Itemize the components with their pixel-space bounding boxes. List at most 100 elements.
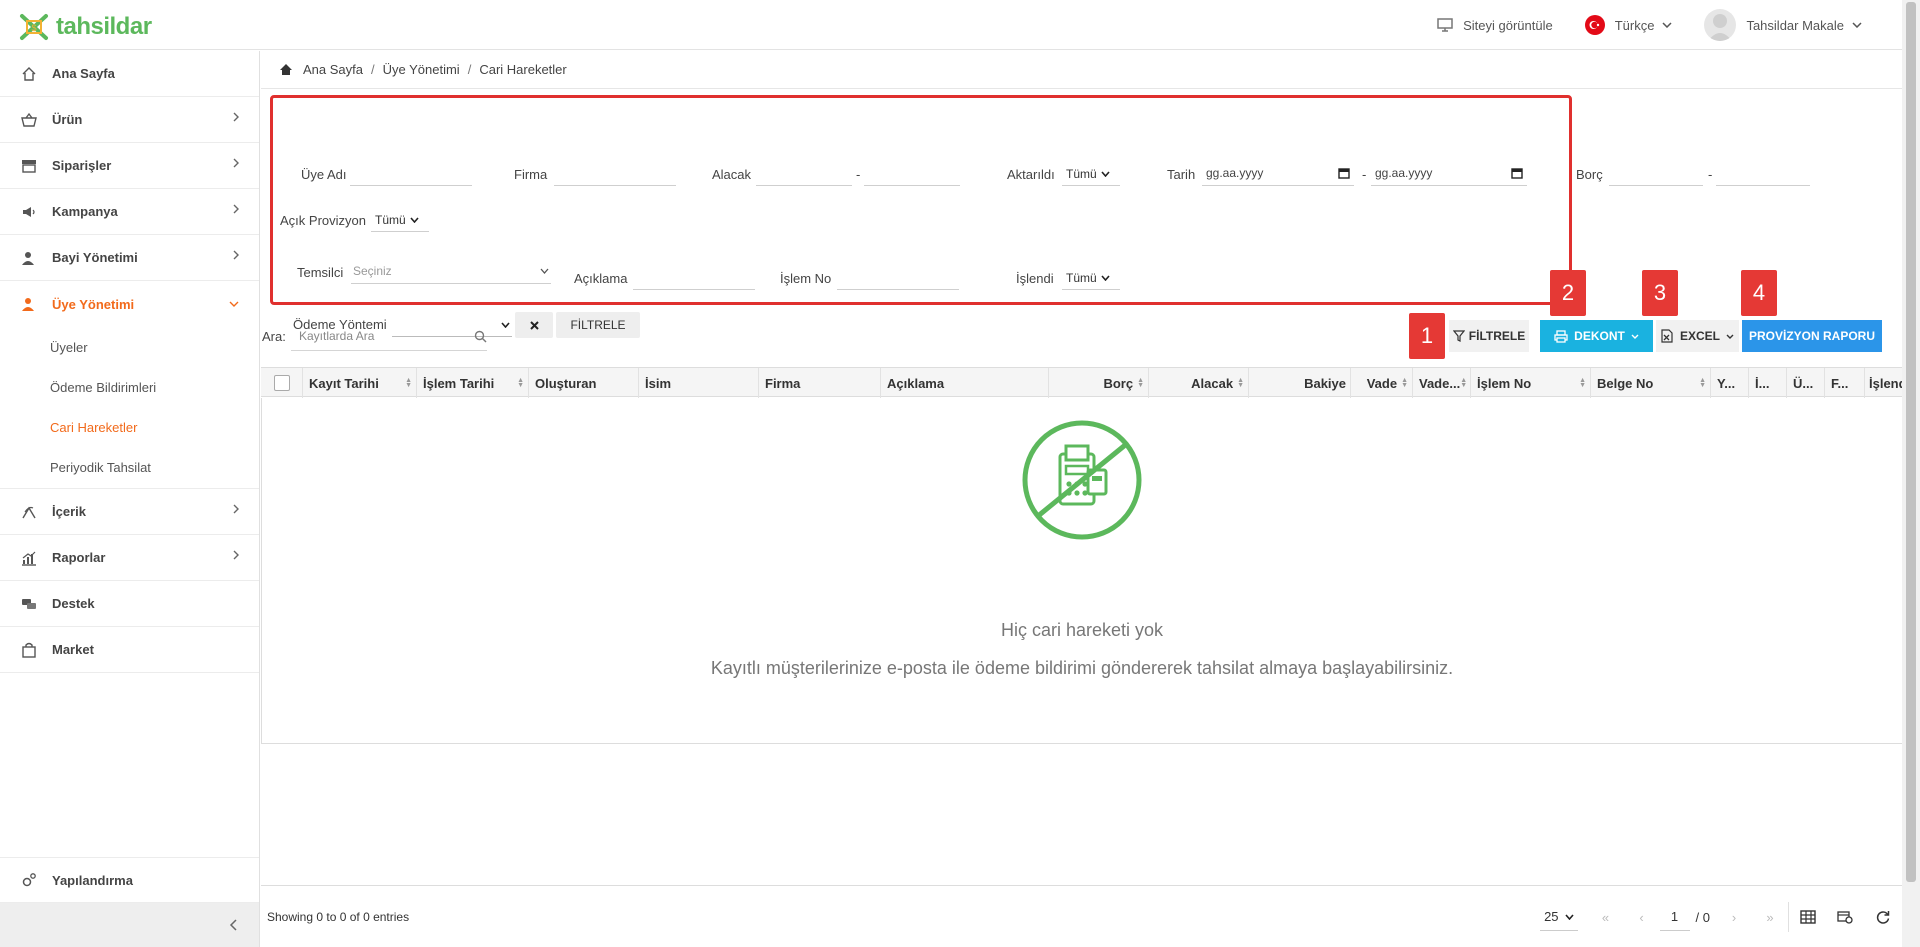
processed-label: İşlendi bbox=[1016, 271, 1054, 286]
open-provision-select[interactable]: Tümü bbox=[371, 208, 429, 232]
date-to-input[interactable]: gg.aa.yyyy bbox=[1371, 160, 1527, 186]
column-settings-icon[interactable] bbox=[1826, 902, 1864, 932]
sidebar-item-label: Market bbox=[52, 642, 94, 657]
user-name: Tahsildar Makale bbox=[1746, 17, 1844, 33]
users-icon bbox=[20, 295, 38, 313]
excel-dropdown-button[interactable]: EXCEL bbox=[1656, 320, 1739, 352]
filter-icon bbox=[1452, 330, 1465, 342]
chevron-down-icon bbox=[410, 216, 419, 223]
sidebar-item-home[interactable]: Ana Sayfa bbox=[0, 51, 259, 97]
column-header-due[interactable]: Vade ▲ ▼ bbox=[1351, 368, 1413, 398]
sidebar-item-orders[interactable]: Siparişler bbox=[0, 143, 259, 189]
column-header-creator[interactable]: Oluşturan bbox=[529, 368, 639, 398]
provision-report-button[interactable]: PROVİZYON RAPORU bbox=[1742, 320, 1882, 352]
refresh-icon[interactable] bbox=[1864, 902, 1902, 932]
chevron-right-icon bbox=[233, 504, 239, 514]
date-from-input[interactable]: gg.aa.yyyy bbox=[1202, 160, 1354, 186]
column-header-company[interactable]: Firma bbox=[759, 368, 881, 398]
sidebar-subitem-periodic-collection[interactable]: Periyodik Tahsilat bbox=[0, 447, 259, 489]
column-header-balance[interactable]: Bakiye bbox=[1249, 368, 1351, 398]
column-title: İsim bbox=[645, 375, 672, 391]
sidebar-item-market[interactable]: Market bbox=[0, 627, 259, 673]
processed-select[interactable]: Tümü bbox=[1062, 266, 1120, 290]
search-icon bbox=[474, 330, 487, 343]
column-header-i[interactable]: İ... bbox=[1749, 368, 1787, 398]
sidebar-item-content[interactable]: İçerik bbox=[0, 489, 259, 535]
scrollbar-thumb[interactable] bbox=[1906, 2, 1916, 882]
dealer-icon bbox=[20, 249, 38, 267]
debt-max-input[interactable] bbox=[1716, 160, 1810, 186]
chevron-down-icon bbox=[1101, 274, 1110, 281]
column-header-record-date[interactable]: Kayıt Tarihi ▲ ▼ bbox=[303, 368, 417, 398]
column-header-processed[interactable]: İşlendi bbox=[1865, 368, 1910, 398]
representative-select[interactable]: Seçiniz bbox=[351, 258, 551, 284]
sidebar-subitem-account-transactions[interactable]: Cari Hareketler bbox=[0, 407, 259, 447]
view-site-link[interactable]: Siteyi görüntüle bbox=[1437, 18, 1553, 33]
column-header-credit[interactable]: Alacak ▲ ▼ bbox=[1149, 368, 1249, 398]
previous-page-icon[interactable]: ‹ bbox=[1624, 910, 1660, 925]
breadcrumb-home[interactable]: Ana Sayfa bbox=[303, 62, 363, 77]
monitor-icon bbox=[1437, 18, 1453, 32]
column-header-due-2[interactable]: Vade... ▲ ▼ bbox=[1413, 368, 1471, 398]
company-input[interactable] bbox=[554, 160, 676, 186]
annotation-badge-4: 4 bbox=[1741, 270, 1777, 316]
exported-select[interactable]: Tümü bbox=[1062, 162, 1120, 186]
home-icon[interactable] bbox=[279, 63, 293, 76]
close-icon bbox=[529, 320, 539, 330]
toggle-filter-button[interactable]: FİLTRELE bbox=[1449, 320, 1529, 352]
empty-state-title: Hiç cari hareketi yok bbox=[1000, 620, 1164, 640]
breadcrumb-separator: / bbox=[467, 62, 472, 77]
sidebar-item-config[interactable]: Yapılandırma bbox=[0, 857, 259, 903]
entries-info: Showing 0 to 0 of 0 entries bbox=[267, 910, 410, 924]
sidebar-item-campaign[interactable]: Kampanya bbox=[0, 189, 259, 235]
column-header-transaction-no[interactable]: İşlem No ▲ ▼ bbox=[1471, 368, 1591, 398]
next-page-icon[interactable]: › bbox=[1716, 910, 1752, 925]
filter-submit-button[interactable]: FİLTRELE bbox=[556, 312, 640, 338]
sidebar-collapse-button[interactable] bbox=[0, 903, 259, 947]
breadcrumb-members[interactable]: Üye Yönetimi bbox=[383, 62, 460, 77]
search-input[interactable]: Kayıtlarda Ara bbox=[291, 321, 487, 351]
credit-max-input[interactable] bbox=[864, 160, 960, 186]
last-page-icon[interactable]: » bbox=[1752, 910, 1788, 925]
page-size-select[interactable]: 25 bbox=[1540, 903, 1578, 931]
column-header-transaction-date[interactable]: İşlem Tarihi ▲ ▼ bbox=[417, 368, 529, 398]
sidebar-item-members[interactable]: Üye Yönetimi bbox=[0, 281, 259, 327]
sidebar-item-product[interactable]: Ürün bbox=[0, 97, 259, 143]
user-menu[interactable]: Tahsildar Makale bbox=[1704, 9, 1862, 41]
breadcrumb-current: Cari Hareketler bbox=[479, 62, 567, 77]
receipt-dropdown-button[interactable]: DEKONT bbox=[1540, 320, 1653, 352]
select-all-checkbox[interactable] bbox=[273, 375, 290, 391]
page-scrollbar[interactable] bbox=[1902, 0, 1920, 947]
column-header-name[interactable]: İsim bbox=[639, 368, 759, 398]
chevron-down-icon bbox=[1631, 334, 1639, 339]
credit-min-input[interactable] bbox=[756, 160, 852, 186]
page-number-input[interactable]: 1 bbox=[1659, 903, 1690, 931]
column-header-y[interactable]: Y... bbox=[1711, 368, 1749, 398]
first-page-icon[interactable]: « bbox=[1588, 910, 1624, 925]
sidebar-item-dealer[interactable]: Bayi Yönetimi bbox=[0, 235, 259, 281]
sidebar-subitem-members[interactable]: Üyeler bbox=[0, 327, 259, 367]
member-name-input[interactable] bbox=[350, 160, 472, 186]
debt-min-input[interactable] bbox=[1609, 160, 1703, 186]
column-grid-icon[interactable] bbox=[1788, 902, 1826, 932]
language-selector[interactable]: Türkçe bbox=[1584, 15, 1673, 35]
sidebar-item-support[interactable]: Destek bbox=[0, 581, 259, 627]
column-header-document-no[interactable]: Belge No ▲ ▼ bbox=[1591, 368, 1711, 398]
clear-filter-button[interactable] bbox=[515, 312, 553, 338]
description-input[interactable] bbox=[633, 264, 755, 290]
open-provision-label: Açık Provizyon bbox=[280, 213, 366, 228]
sidebar-item-reports[interactable]: Raporlar bbox=[0, 535, 259, 581]
column-header-description[interactable]: Açıklama bbox=[881, 368, 1049, 398]
sidebar-subitem-payment-notices[interactable]: Ödeme Bildirimleri bbox=[0, 367, 259, 407]
empty-state-subtitle: Kayıtlı müşterilerinize e-posta ile ödem… bbox=[710, 658, 1454, 678]
brand-logo[interactable]: $ tahsildar bbox=[18, 12, 152, 42]
logo-icon: $ bbox=[20, 14, 48, 40]
column-header-f[interactable]: F... bbox=[1825, 368, 1865, 398]
table-footer: Showing 0 to 0 of 0 entries 25 « ‹ 1 / 0… bbox=[261, 885, 1902, 947]
chevron-down-icon bbox=[1726, 334, 1734, 339]
transaction-no-input[interactable] bbox=[837, 264, 959, 290]
chevron-right-icon bbox=[233, 204, 239, 214]
column-header-debt[interactable]: Borç ▲ ▼ bbox=[1049, 368, 1149, 398]
date-label: Tarih bbox=[1167, 167, 1196, 182]
column-header-u[interactable]: Ü... bbox=[1787, 368, 1825, 398]
